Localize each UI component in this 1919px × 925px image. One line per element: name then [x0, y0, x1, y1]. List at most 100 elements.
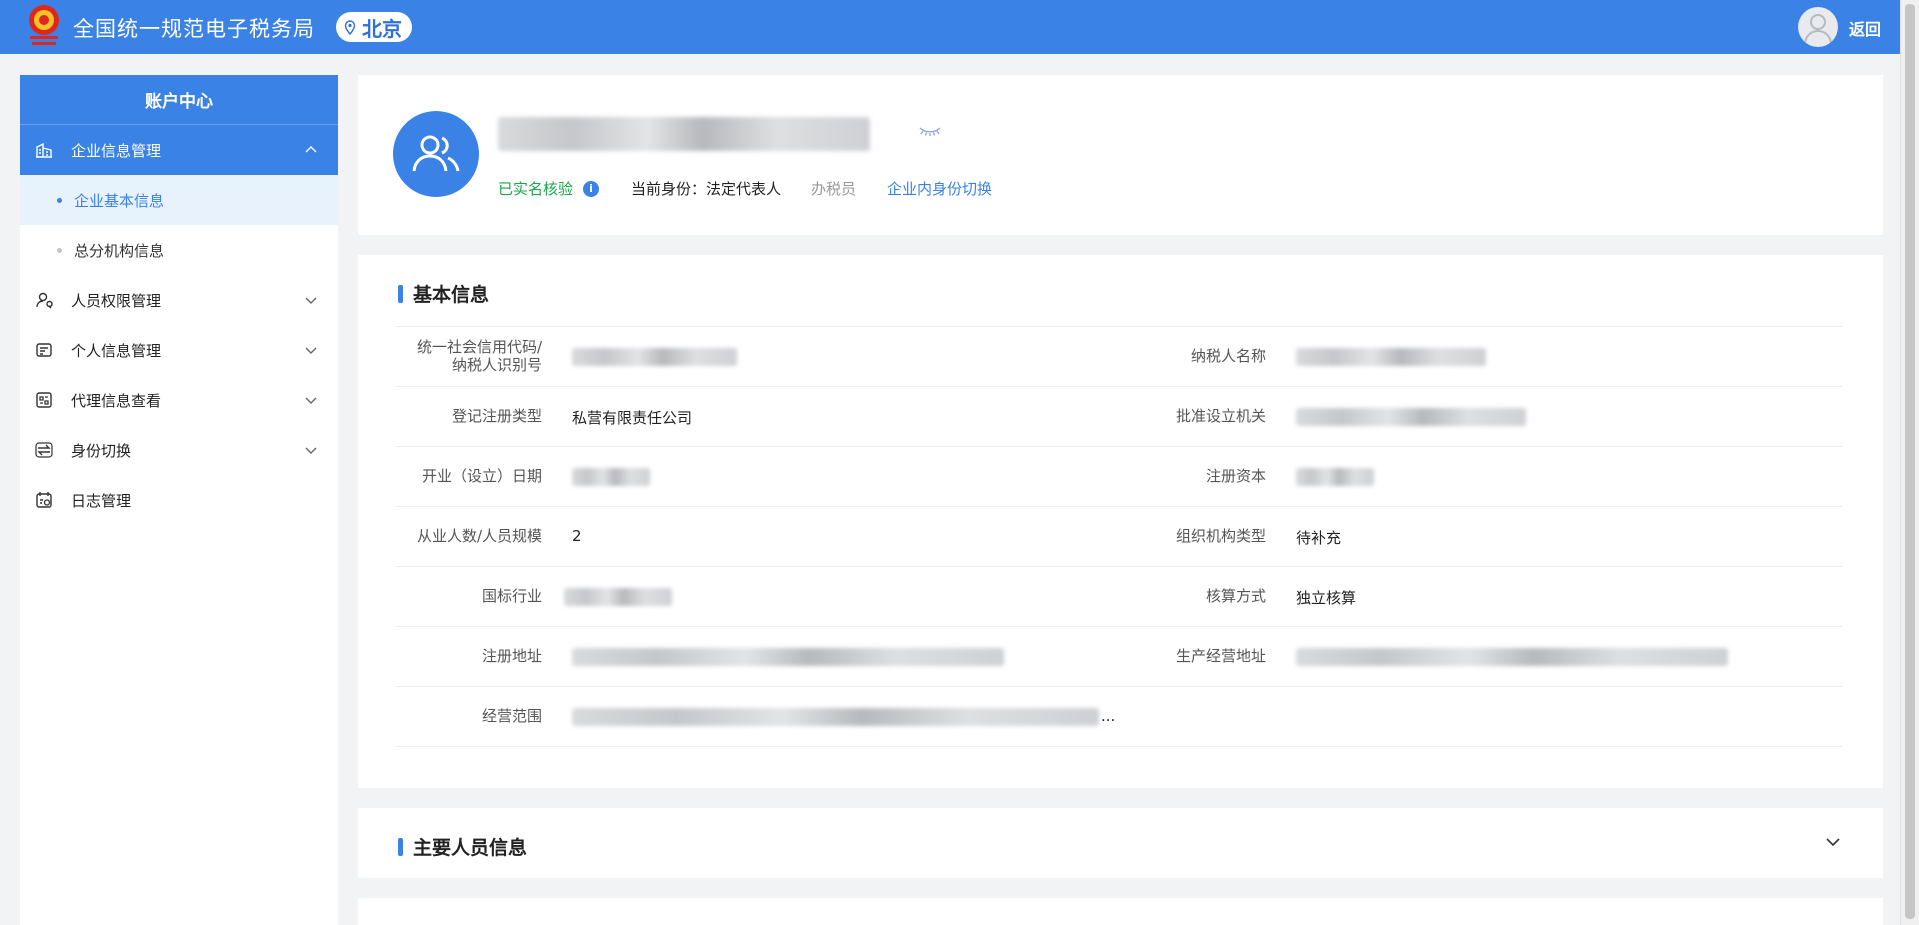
- reg-capital-label: 注册资本: [1205, 467, 1266, 485]
- chevron-down-icon: [305, 347, 317, 354]
- info-row: 开业（设立）日期 注册资本: [396, 447, 1842, 507]
- biz-scope-ellipsis: ...: [1101, 707, 1116, 725]
- sidebar-subitem-branch-info[interactable]: 总分机构信息: [20, 225, 338, 275]
- info-row: 经营范围 ...: [396, 687, 1842, 747]
- reg-address-value-redacted: [572, 648, 1004, 666]
- info-row: 从业人数/人员规模 2 组织机构类型 待补充: [396, 507, 1842, 567]
- accounting-label: 核算方式: [1205, 587, 1266, 605]
- biz-scope-value-redacted: [572, 708, 1099, 726]
- tax-emblem-logo: [29, 5, 59, 45]
- sidebar-item-label: 日志管理: [71, 491, 132, 510]
- section-marker: [398, 837, 403, 856]
- company-name-redacted: [498, 117, 870, 151]
- section-marker: [398, 284, 403, 303]
- location-label: 北京: [362, 16, 402, 41]
- info-row: 统一社会信用代码/ 纳税人识别号 纳税人名称: [396, 327, 1842, 387]
- info-row: 登记注册类型 私营有限责任公司 批准设立机关: [396, 387, 1842, 447]
- section-title-text: 主要人员信息: [413, 837, 528, 859]
- basic-info-grid: 统一社会信用代码/ 纳税人识别号 纳税人名称 登记注册类型 私营有限责任公司 批…: [396, 326, 1842, 747]
- sidebar-item-label: 代理信息查看: [71, 391, 162, 410]
- info-icon[interactable]: i: [583, 180, 600, 197]
- users-icon: [412, 135, 460, 172]
- section-title-text: 基本信息: [413, 284, 490, 306]
- verified-label: 已实名核验: [498, 180, 574, 198]
- sidebar-item-agent-info[interactable]: 代理信息查看: [20, 375, 338, 425]
- biz-address-value-redacted: [1296, 648, 1728, 666]
- identity-meta: 已实名核验 i 当前身份：法定代表人 办税员 企业内身份切换: [498, 178, 992, 199]
- profile-card: 已实名核验 i 当前身份：法定代表人 办税员 企业内身份切换: [358, 75, 1883, 235]
- taxpayer-name-label: 纳税人名称: [1190, 347, 1266, 365]
- bullet-dot: [57, 197, 62, 203]
- open-date-label: 开业（设立）日期: [421, 467, 542, 485]
- info-row: 注册地址 生产经营地址: [396, 627, 1842, 687]
- sidebar-title: 账户中心: [20, 75, 338, 125]
- location-selector[interactable]: 北京: [336, 12, 412, 42]
- scrollbar-thumb[interactable]: [1905, 4, 1915, 919]
- sidebar-item-log-management[interactable]: 日志管理: [20, 475, 338, 525]
- id-card-icon: [34, 340, 54, 360]
- employees-value: 2: [572, 527, 582, 545]
- approval-org-value-redacted: [1296, 408, 1526, 426]
- log-icon: [34, 490, 54, 510]
- accounting-value: 独立核算: [1296, 589, 1357, 607]
- user-search-icon: [34, 290, 54, 310]
- reg-address-label: 注册地址: [481, 647, 542, 665]
- sidebar-subitem-basic-info[interactable]: 企业基本信息: [20, 175, 338, 225]
- sidebar-item-personal-info[interactable]: 个人信息管理: [20, 325, 338, 375]
- reg-capital-value-redacted: [1296, 468, 1374, 486]
- next-section-card: [358, 898, 1883, 925]
- sidebar-item-label: 人员权限管理: [71, 291, 162, 310]
- current-identity: 当前身份：法定代表人: [631, 180, 782, 198]
- building-icon: [34, 140, 54, 160]
- location-pin-icon: [344, 19, 356, 35]
- org-type-label: 组织机构类型: [1175, 527, 1266, 545]
- sidebar-item-label: 身份切换: [71, 441, 132, 460]
- sidebar-subitem-label: 总分机构信息: [74, 241, 165, 260]
- taxpayer-name-value-redacted: [1296, 348, 1486, 366]
- bullet-dot: [57, 247, 62, 253]
- credit-code-label-line2: 纳税人识别号: [451, 356, 542, 374]
- sidebar-subitem-label: 企业基本信息: [74, 191, 165, 210]
- sidebar-item-identity-switch[interactable]: 身份切换: [20, 425, 338, 475]
- chevron-down-icon[interactable]: [1824, 833, 1842, 851]
- eye-closed-icon[interactable]: [918, 125, 942, 137]
- reg-type-value: 私营有限责任公司: [572, 409, 693, 427]
- user-avatar[interactable]: [1798, 7, 1838, 47]
- biz-address-label: 生产经营地址: [1175, 647, 1266, 665]
- org-type-value: 待补充: [1296, 529, 1342, 547]
- user-icon: [1804, 14, 1832, 44]
- staff-info-card[interactable]: 主要人员信息: [358, 808, 1883, 878]
- basic-info-card: 基本信息 统一社会信用代码/ 纳税人识别号 纳税人名称 登记注册类型 私营有限责…: [358, 255, 1883, 788]
- chevron-down-icon: [305, 447, 317, 454]
- top-bar: 全国统一规范电子税务局 北京 返回: [0, 0, 1900, 54]
- sidebar-item-staff-permissions[interactable]: 人员权限管理: [20, 275, 338, 325]
- info-row: 国标行业 核算方式 独立核算: [396, 567, 1842, 627]
- open-date-value-redacted: [572, 468, 650, 486]
- section-title: 基本信息: [398, 280, 489, 307]
- credit-code-value-redacted: [572, 348, 737, 366]
- sidebar-item-enterprise-info[interactable]: 企业信息管理: [20, 125, 338, 175]
- credit-code-label: 统一社会信用代码/ 纳税人识别号: [396, 338, 542, 374]
- back-link[interactable]: 返回: [1849, 16, 1881, 40]
- chevron-down-icon: [305, 297, 317, 304]
- sidebar: 账户中心 企业信息管理 企业基本信息 总分机构信息 人员权限管理 个人信息管理 …: [20, 75, 338, 925]
- scrollbar[interactable]: [1900, 0, 1919, 925]
- enterprise-avatar: [393, 111, 479, 197]
- chevron-down-icon: [305, 397, 317, 404]
- agent-icon: [34, 390, 54, 410]
- biz-scope-label: 经营范围: [481, 707, 542, 725]
- app-title: 全国统一规范电子税务局: [73, 17, 315, 41]
- verified-status: 已实名核验 i: [498, 178, 600, 199]
- identity-switch-link[interactable]: 企业内身份切换: [887, 178, 992, 199]
- credit-code-label-line1: 统一社会信用代码/: [416, 338, 542, 356]
- industry-value-redacted: [564, 588, 672, 606]
- sidebar-item-label: 企业信息管理: [71, 141, 162, 160]
- chevron-up-icon: [305, 146, 317, 153]
- switch-icon: [34, 440, 54, 460]
- sidebar-item-label: 个人信息管理: [71, 341, 162, 360]
- approval-org-label: 批准设立机关: [1175, 407, 1266, 425]
- tax-staff-role[interactable]: 办税员: [811, 178, 856, 199]
- section-title: 主要人员信息: [398, 833, 527, 860]
- reg-type-label: 登记注册类型: [451, 407, 542, 425]
- industry-label: 国标行业: [481, 587, 542, 605]
